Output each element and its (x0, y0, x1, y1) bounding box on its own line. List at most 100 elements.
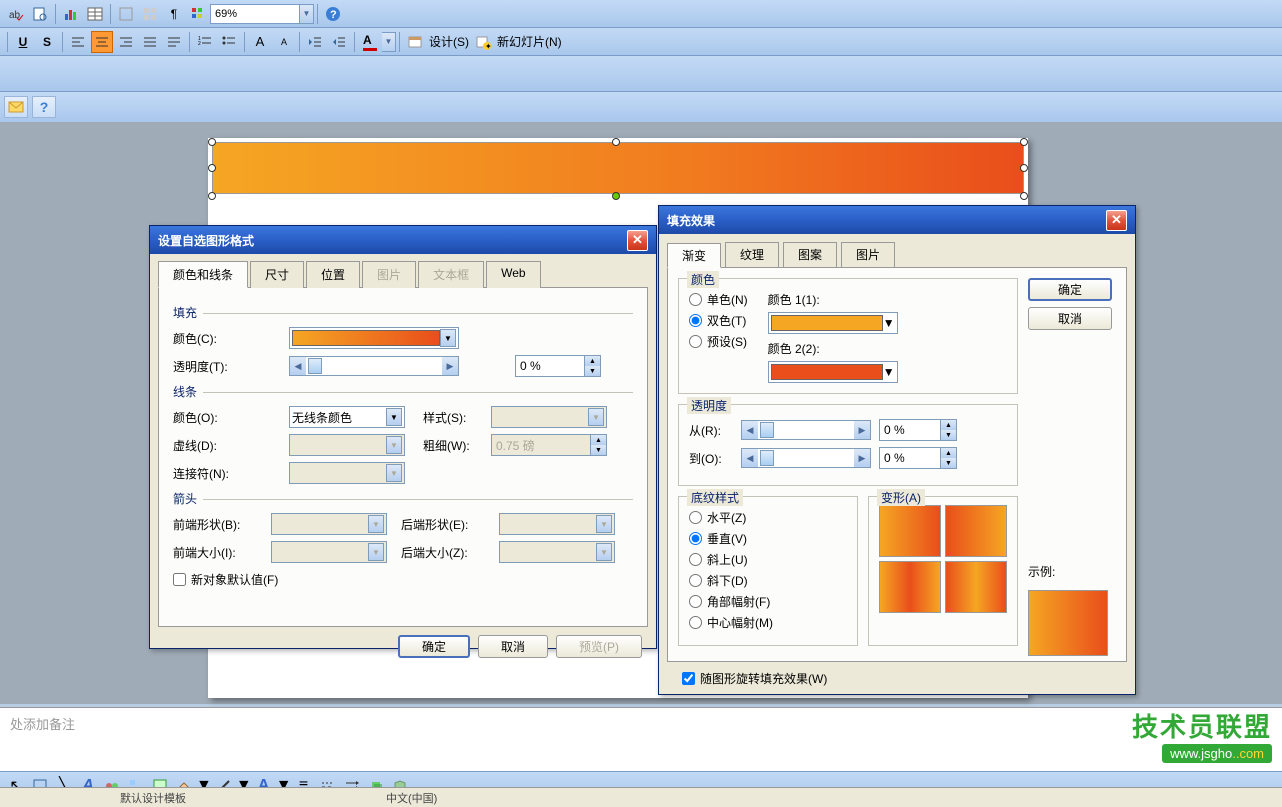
chart-icon[interactable] (60, 3, 82, 25)
to-spinner[interactable]: ▲▼ (879, 447, 957, 469)
default-checkbox-label: 新对象默认值(F) (191, 571, 278, 588)
variant-1[interactable] (879, 505, 941, 557)
zoom-dropdown-arrow[interactable]: ▼ (300, 4, 314, 24)
dropdown-arrow-icon[interactable]: ▼ (440, 329, 456, 347)
mail-icon[interactable] (4, 96, 28, 118)
resize-handle[interactable] (612, 138, 620, 146)
new-slide-label[interactable]: 新幻灯片(N) (497, 33, 562, 50)
notes-pane[interactable]: 处添加备注 (0, 707, 1282, 771)
default-checkbox[interactable] (173, 573, 186, 586)
from-spinner[interactable]: ▲▼ (879, 419, 957, 441)
align-center-button[interactable] (91, 31, 113, 53)
transparency-value[interactable] (516, 359, 576, 373)
dropdown-arrow-icon[interactable]: ▼ (883, 365, 895, 379)
dropdown-arrow-icon[interactable]: ▼ (883, 316, 895, 330)
rotate-checkbox[interactable] (682, 672, 695, 685)
font-color-button[interactable]: A (359, 31, 381, 53)
radio-horizontal[interactable] (689, 511, 702, 524)
help-icon[interactable]: ? (322, 3, 344, 25)
bullets-button[interactable] (218, 31, 240, 53)
radio-two-color[interactable] (689, 314, 702, 327)
transparency-spinner[interactable]: ▲▼ (515, 355, 601, 377)
justify-button[interactable] (139, 31, 161, 53)
tab-pattern[interactable]: 图案 (783, 242, 837, 267)
new-slide-button[interactable]: ✦ (472, 31, 494, 53)
variant-4[interactable] (945, 561, 1007, 613)
radio-vertical[interactable] (689, 532, 702, 545)
gradient-shape[interactable] (212, 142, 1024, 194)
align-right-button[interactable] (115, 31, 137, 53)
dialog-titlebar[interactable]: 填充效果 ✕ (659, 206, 1135, 234)
variant-3[interactable] (879, 561, 941, 613)
radio-from-corner[interactable] (689, 595, 702, 608)
radio-preset[interactable] (689, 335, 702, 348)
connector-combo: ▼ (289, 462, 405, 484)
align-left-button[interactable] (67, 31, 89, 53)
tables-borders-icon[interactable] (115, 3, 137, 25)
from-slider[interactable]: ◀▶ (741, 420, 871, 440)
decrease-indent-button[interactable] (304, 31, 326, 53)
to-slider[interactable]: ◀▶ (741, 448, 871, 468)
slider-track[interactable] (306, 357, 442, 375)
show-hide-icon[interactable]: ¶ (163, 3, 185, 25)
spin-up[interactable]: ▲ (584, 356, 600, 366)
radio-one-color[interactable] (689, 293, 702, 306)
line-color-combo[interactable]: 无线条颜色 ▼ (289, 406, 405, 428)
rotate-handle[interactable] (612, 192, 620, 200)
color2-combo[interactable]: ▼ (768, 361, 898, 383)
resize-handle[interactable] (208, 138, 216, 146)
decrease-font-button[interactable]: A (273, 31, 295, 53)
grid-icon[interactable] (139, 3, 161, 25)
tab-texture[interactable]: 纹理 (725, 242, 779, 267)
dropdown-arrow-icon[interactable]: ▼ (386, 408, 402, 426)
cancel-button[interactable]: 取消 (478, 635, 548, 658)
design-label[interactable]: 设计(S) (429, 33, 469, 50)
tab-gradient[interactable]: 渐变 (667, 243, 721, 268)
variant-2[interactable] (945, 505, 1007, 557)
color1-combo[interactable]: ▼ (768, 312, 898, 334)
design-button[interactable] (404, 31, 426, 53)
tab-position[interactable]: 位置 (306, 261, 360, 288)
tab-color-line[interactable]: 颜色和线条 (158, 261, 248, 288)
resize-handle[interactable] (1020, 138, 1028, 146)
tab-picture[interactable]: 图片 (841, 242, 895, 267)
tab-size[interactable]: 尺寸 (250, 261, 304, 288)
increase-indent-button[interactable] (328, 31, 350, 53)
increase-font-button[interactable]: A (249, 31, 271, 53)
zoom-combo[interactable]: 69% (210, 4, 300, 24)
slider-thumb[interactable] (308, 358, 322, 374)
fill-color-combo[interactable]: ▼ (289, 327, 459, 349)
dialog-titlebar[interactable]: 设置自选图形格式 ✕ (150, 226, 656, 254)
resize-handle[interactable] (1020, 164, 1028, 172)
numbering-button[interactable]: 12 (194, 31, 216, 53)
color-icon[interactable] (187, 3, 209, 25)
radio-from-center[interactable] (689, 616, 702, 629)
tab-web[interactable]: Web (486, 261, 540, 288)
to-label: 到(O): (689, 450, 733, 467)
resize-handle[interactable] (1020, 192, 1028, 200)
weight-label: 粗细(W): (423, 437, 483, 454)
radio-diag-down[interactable] (689, 574, 702, 587)
distributed-button[interactable] (163, 31, 185, 53)
ok-button[interactable]: 确定 (398, 635, 470, 658)
spellcheck-icon[interactable]: ab (5, 3, 27, 25)
slider-increase[interactable]: ▶ (442, 357, 458, 375)
close-button[interactable]: ✕ (1106, 210, 1127, 231)
ok-button[interactable]: 确定 (1028, 278, 1112, 301)
table-icon[interactable] (84, 3, 106, 25)
shading-legend: 底纹样式 (687, 489, 743, 506)
cancel-button[interactable]: 取消 (1028, 307, 1112, 330)
shadow-button[interactable]: S (36, 31, 58, 53)
resize-handle[interactable] (208, 192, 216, 200)
radio-diag-up[interactable] (689, 553, 702, 566)
close-button[interactable]: ✕ (627, 230, 648, 251)
slider-decrease[interactable]: ◀ (290, 357, 306, 375)
resize-handle[interactable] (208, 164, 216, 172)
underline-button[interactable]: U (12, 31, 34, 53)
help-button[interactable]: ? (32, 96, 56, 118)
font-color-dropdown[interactable]: ▼ (382, 32, 396, 52)
research-icon[interactable] (29, 3, 51, 25)
transparency-slider[interactable]: ◀ ▶ (289, 356, 459, 376)
separator (244, 32, 245, 52)
spin-down[interactable]: ▼ (584, 366, 600, 376)
